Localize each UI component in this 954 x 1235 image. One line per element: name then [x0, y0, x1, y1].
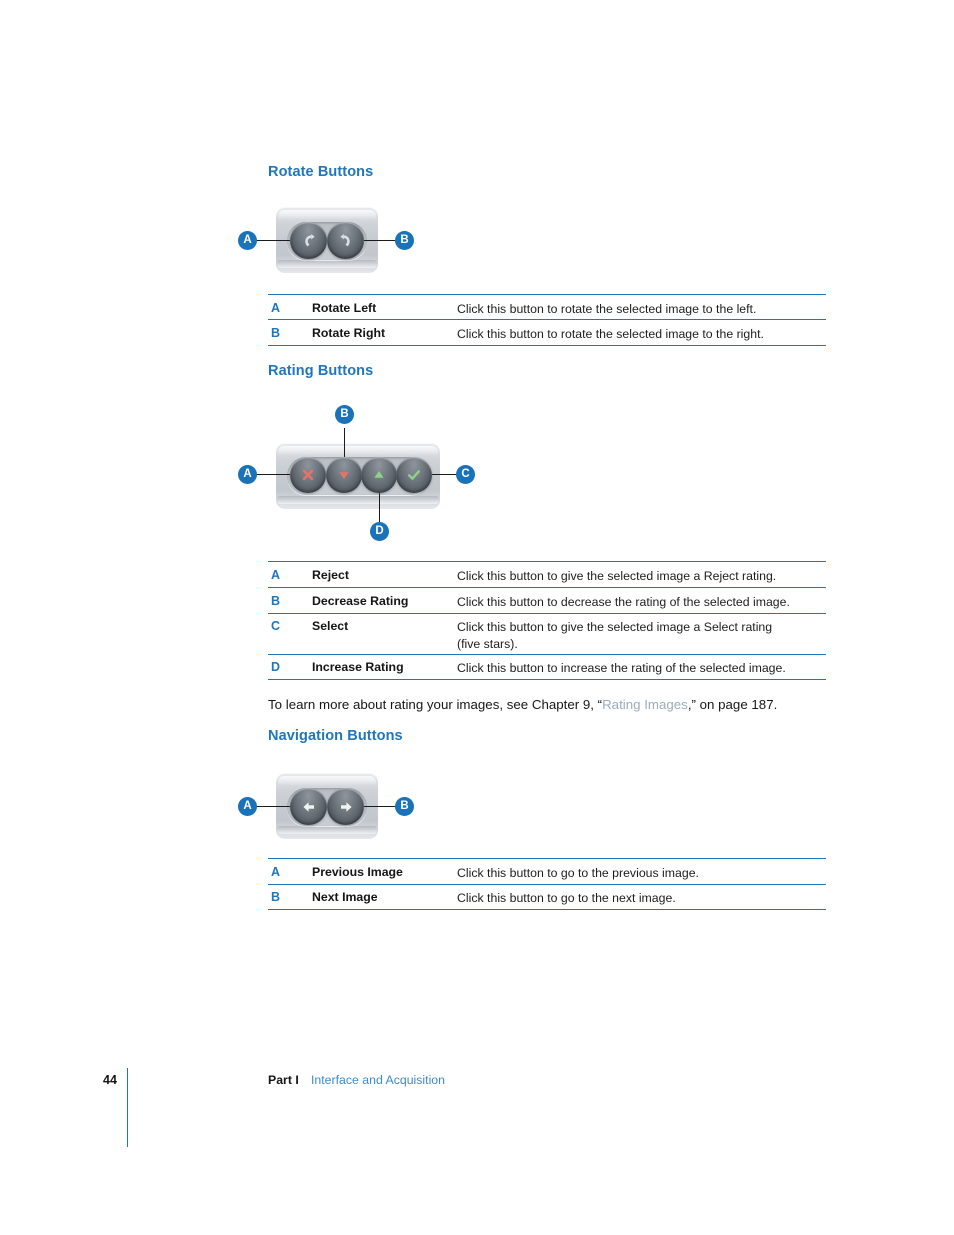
- page-number: 44: [103, 1073, 117, 1087]
- table-cell-label: Rotate Left: [312, 301, 377, 315]
- paragraph-text-after: ,” on page 187.: [687, 697, 778, 712]
- table-cell-key: B: [271, 326, 281, 340]
- check-mark-icon: [406, 467, 422, 483]
- table-cell-label: Select: [312, 619, 349, 633]
- table-cell-key: C: [271, 619, 281, 633]
- rating-crossreference-paragraph: To learn more about rating your images, …: [268, 697, 777, 712]
- callout-nav-a: A: [238, 797, 257, 816]
- table-cell-label: Rotate Right: [312, 326, 386, 340]
- table-rule: [268, 561, 826, 563]
- callout-rating-a: A: [238, 465, 257, 484]
- table-cell-label: Increase Rating: [312, 660, 404, 674]
- table-rule: [268, 654, 826, 656]
- previous-image-button[interactable]: [290, 788, 327, 825]
- footer-divider: [127, 1068, 129, 1147]
- increase-rating-button[interactable]: [361, 457, 397, 493]
- footer-section-title: Interface and Acquisition: [311, 1073, 445, 1087]
- triangle-up-icon: [371, 467, 387, 483]
- triangle-down-icon: [336, 467, 352, 483]
- table-rule: [268, 294, 826, 296]
- paragraph-text-before: To learn more about rating your images, …: [268, 697, 603, 712]
- table-rule: [268, 884, 826, 886]
- table-cell-description: Click this button to go to the previous …: [457, 866, 699, 880]
- table-cell-label: Next Image: [312, 890, 378, 904]
- table-cell-description: Click this button to increase the rating…: [457, 661, 786, 675]
- table-rule: [268, 909, 826, 911]
- table-cell-key: B: [271, 594, 281, 608]
- table-cell-label: Decrease Rating: [312, 594, 409, 608]
- table-cell-description: Click this button to give the selected i…: [457, 569, 777, 583]
- table-rule: [268, 319, 826, 321]
- heading-navigation-buttons: Navigation Buttons: [268, 728, 403, 744]
- table-cell-description: Click this button to rotate the selected…: [457, 327, 764, 341]
- table-cell-key: B: [271, 890, 281, 904]
- crossreference-link[interactable]: Rating Images: [602, 697, 688, 712]
- rotate-right-button[interactable]: [327, 222, 364, 259]
- table-rule: [268, 587, 826, 589]
- table-cell-description: Click this button to rotate the selected…: [457, 302, 757, 316]
- table-cell-key: D: [271, 660, 281, 674]
- callout-rating-b: B: [335, 405, 354, 424]
- callout-rating-c: C: [456, 465, 475, 484]
- arrow-right-icon: [337, 798, 355, 816]
- table-cell-key: A: [271, 301, 281, 315]
- table-rule: [268, 858, 826, 860]
- callout-rating-d: D: [370, 522, 389, 541]
- table-cell-description: Click this button to go to the next imag…: [457, 891, 676, 905]
- decrease-rating-button[interactable]: [326, 457, 362, 493]
- rotate-left-button[interactable]: [290, 222, 327, 259]
- table-rule: [268, 613, 826, 615]
- table-rule: [268, 679, 826, 681]
- heading-rating-buttons: Rating Buttons: [268, 363, 374, 379]
- table-rule: [268, 345, 826, 347]
- next-image-button[interactable]: [327, 788, 364, 825]
- callout-rotate-a: A: [238, 231, 257, 250]
- document-page: Rotate Buttons A B A Rotate Left Click t…: [0, 0, 954, 1235]
- table-cell-description: Click this button to decrease the rating…: [457, 595, 790, 609]
- x-mark-icon: [300, 467, 316, 483]
- footer-part-label: Part I: [268, 1073, 299, 1087]
- table-cell-description: Click this button to give the selected i…: [457, 620, 773, 651]
- callout-nav-b: B: [395, 797, 414, 816]
- table-cell-label: Reject: [312, 568, 349, 582]
- table-cell-label: Previous Image: [312, 865, 403, 879]
- table-cell-key: A: [271, 568, 281, 582]
- rotate-right-icon: [337, 232, 355, 250]
- heading-rotate-buttons: Rotate Buttons: [268, 164, 374, 180]
- reject-button[interactable]: [290, 457, 326, 493]
- rotate-left-icon: [300, 232, 318, 250]
- callout-rotate-b: B: [395, 231, 414, 250]
- table-cell-key: A: [271, 865, 281, 879]
- select-button[interactable]: [396, 457, 432, 493]
- arrow-left-icon: [300, 798, 318, 816]
